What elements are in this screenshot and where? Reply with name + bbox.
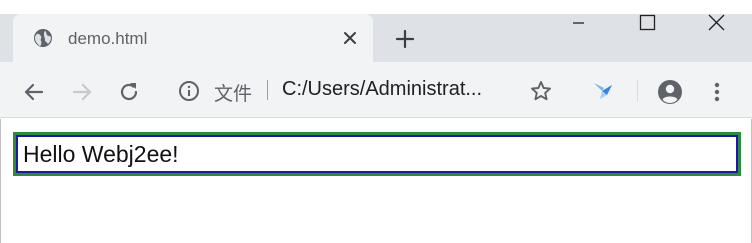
reload-icon[interactable] xyxy=(117,80,141,104)
window-close-icon[interactable] xyxy=(703,10,729,36)
plus-icon[interactable] xyxy=(394,28,416,50)
divider xyxy=(267,80,268,100)
back-arrow-icon[interactable] xyxy=(22,80,46,104)
demo-input-wrapper xyxy=(13,132,741,176)
globe-icon xyxy=(34,29,52,47)
toolbar-divider xyxy=(637,80,638,102)
maximize-icon[interactable] xyxy=(634,10,660,36)
address-bar[interactable]: 文件 C:/Users/Administrat... xyxy=(164,69,574,109)
scheme-label: 文件 xyxy=(214,83,253,105)
more-vert-icon[interactable] xyxy=(707,79,727,105)
page-content xyxy=(0,119,752,243)
tab-strip: demo.html xyxy=(0,0,752,62)
minimize-icon[interactable] xyxy=(565,10,591,36)
tab-title: demo.html xyxy=(68,29,148,48)
toolbar: 文件 C:/Users/Administrat... xyxy=(0,62,752,118)
info-icon[interactable] xyxy=(178,80,200,102)
extension-icon[interactable] xyxy=(591,79,615,103)
tab-demo[interactable]: demo.html xyxy=(13,14,373,62)
url-text[interactable]: C:/Users/Administrat... xyxy=(282,78,482,101)
forward-arrow-icon[interactable] xyxy=(70,80,94,104)
demo-text-input[interactable] xyxy=(16,135,738,173)
bookmark-star-icon[interactable] xyxy=(529,79,553,103)
close-icon[interactable] xyxy=(341,29,359,47)
profile-avatar-icon[interactable] xyxy=(656,78,684,106)
